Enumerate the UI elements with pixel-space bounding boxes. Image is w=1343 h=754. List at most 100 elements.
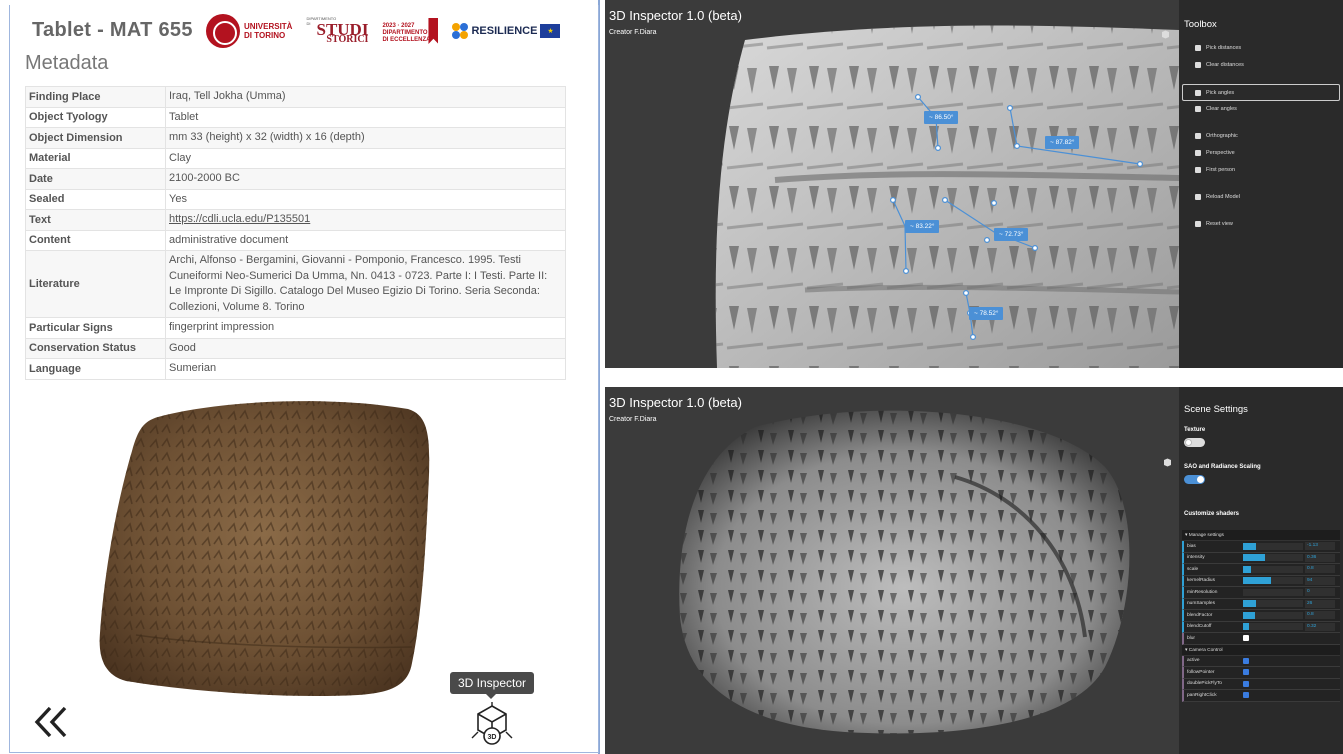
model-viewport-bottom[interactable] (605, 387, 1179, 754)
param-value-input[interactable]: 26 (1305, 599, 1335, 608)
metadata-key: Literature (25, 250, 166, 318)
param-value-input[interactable]: 0.32 (1305, 622, 1335, 631)
param-value-input[interactable]: 0 (1305, 588, 1335, 597)
param-slider[interactable] (1243, 554, 1303, 562)
param-value-input[interactable]: 0.8 (1305, 611, 1335, 620)
shader-gui: ▾ Manage settings bias -1.13 intensity 0.36… (1182, 530, 1340, 702)
manage-settings-folder[interactable]: ▾ Manage settings (1182, 530, 1340, 541)
tool-reload-model[interactable]: Reload Model (1195, 194, 1240, 200)
param-slider[interactable] (1243, 577, 1303, 585)
metadata-value: Sumerian (165, 358, 566, 380)
viewer-creator: Creator F.Diara (609, 416, 657, 423)
3d-icon-text: 3D (488, 734, 497, 741)
tool-perspective[interactable]: Perspective (1195, 150, 1235, 156)
camera-row[interactable]: active (1182, 655, 1340, 667)
camera-row[interactable]: followPointer (1182, 667, 1340, 679)
texture-toggle[interactable] (1184, 438, 1205, 447)
eye-icon (1195, 221, 1201, 227)
viewer-creator: Creator F.Diara (609, 29, 657, 36)
param-slider-fill (1243, 623, 1249, 631)
unito-logo: UNIVERSITÀ DI TORINO (206, 14, 292, 48)
param-name: intensity (1187, 555, 1205, 561)
eu-flag-icon: ★ (540, 24, 561, 38)
metadata-row: Finding Place Iraq, Tell Jokha (Umma) (25, 86, 566, 108)
sao-toggle[interactable] (1184, 475, 1205, 484)
camera-option-label: panRightClick (1187, 692, 1217, 698)
param-slider-fill (1243, 577, 1272, 585)
angle-label: ~ 78.52° (969, 307, 1004, 320)
metadata-value: 2100-2000 BC (165, 168, 566, 190)
screen: Tablet - MAT 655 UNIVERSITÀ DI TORINO DI… (0, 0, 1343, 754)
metadata-key: Sealed (25, 188, 166, 210)
param-name: minResolution (1187, 589, 1218, 595)
metadata-panel: Tablet - MAT 655 UNIVERSITÀ DI TORINO DI… (0, 0, 600, 754)
metadata-key: Conservation Status (25, 337, 166, 359)
model-viewport-top[interactable] (605, 0, 1179, 368)
param-slider[interactable] (1243, 623, 1303, 631)
param-row: intensity 0.36 (1182, 552, 1340, 564)
ruler-icon (1195, 45, 1201, 51)
unito-line1: UNIVERSITÀ (244, 22, 293, 31)
param-slider[interactable] (1243, 600, 1303, 608)
camera-checkbox[interactable] (1243, 657, 1249, 664)
param-value-input[interactable]: 0.36 (1305, 553, 1335, 562)
3d-inspector-icon[interactable]: 3D (470, 702, 514, 746)
camera-row[interactable]: doublePickFlyTo (1182, 678, 1340, 690)
camera-checkbox[interactable] (1243, 692, 1249, 699)
metadata-key: Language (25, 358, 166, 380)
param-slider[interactable] (1243, 565, 1303, 573)
metadata-value: Tablet (165, 106, 566, 128)
blur-row[interactable]: blur (1182, 633, 1340, 645)
cube-icon (1195, 150, 1201, 156)
tablet-photo[interactable] (96, 395, 432, 697)
param-value-input[interactable]: 94 (1305, 576, 1335, 585)
param-name: blendCutoff (1187, 624, 1212, 630)
blur-checkbox[interactable] (1243, 635, 1249, 642)
param-slider-fill (1243, 600, 1257, 608)
metadata-value: mm 33 (height) x 32 (width) x 16 (depth) (165, 127, 566, 149)
resilience-logo: RESILIENCE ★ (452, 23, 561, 39)
tool-pick-distances[interactable]: Pick distances (1195, 45, 1241, 51)
metadata-row: Object Tyology Tablet (25, 106, 566, 128)
param-value-input[interactable]: -1.13 (1305, 542, 1335, 551)
param-value-input[interactable]: 0.8 (1305, 565, 1335, 574)
tool-label: Reload Model (1206, 194, 1240, 200)
camera-option-label: followPointer (1187, 669, 1215, 675)
metadata-value: Archi, Alfonso - Bergamini, Giovanni - P… (165, 250, 566, 318)
toolbox-panel: Toolbox Pick distances Clear distances Pic… (1179, 0, 1343, 368)
angle-label: ~ 86.50° (924, 111, 959, 124)
metadata-key: Content (25, 229, 166, 251)
tool-first-person[interactable]: First person (1195, 167, 1235, 173)
param-slider[interactable] (1243, 611, 1303, 619)
viewer-top: ~ 86.50° ~ 87.82° ~ 83.22° ~ 72.73° ~ 78… (605, 0, 1343, 368)
tool-pick-angles[interactable]: Pick angles (1182, 84, 1340, 101)
camera-control-folder[interactable]: ▾ Camera Control (1182, 644, 1340, 656)
param-slider-fill (1243, 554, 1265, 562)
tool-clear-angles[interactable]: Clear angles (1195, 106, 1237, 112)
cdli-link[interactable]: https://cdli.ucla.edu/P135501 (169, 213, 310, 225)
camera-option-label: active (1187, 658, 1200, 664)
camera-row[interactable]: panRightClick (1182, 690, 1340, 702)
tool-label: First person (1206, 167, 1236, 173)
settings-title: Scene Settings (1184, 404, 1248, 415)
cube-icon[interactable] (1163, 458, 1172, 467)
tool-label: Perspective (1206, 150, 1235, 156)
tool-reset-view[interactable]: Reset view (1195, 221, 1233, 227)
angle-label: ~ 72.73° (994, 228, 1029, 241)
tool-orthographic[interactable]: Orthographic (1195, 133, 1238, 139)
camera-checkbox[interactable] (1243, 680, 1249, 687)
camera-checkbox[interactable] (1243, 669, 1249, 676)
param-name: kernelRadius (1187, 578, 1215, 584)
param-row: blendCutoff 0.32 (1182, 621, 1340, 633)
param-slider[interactable] (1243, 542, 1303, 550)
param-row: minResolution 0 (1182, 587, 1340, 599)
cube-icon[interactable] (1161, 30, 1170, 39)
section-title: Metadata (25, 52, 109, 74)
metadata-key: Date (25, 168, 166, 190)
tool-clear-distances[interactable]: Clear distances (1195, 62, 1244, 68)
tool-label: Clear distances (1206, 62, 1244, 68)
param-slider[interactable] (1243, 588, 1303, 596)
dip-line2: DIPARTIMENTO (382, 30, 428, 36)
panel-gap (600, 368, 1343, 387)
back-double-chevron-icon[interactable] (32, 704, 72, 740)
